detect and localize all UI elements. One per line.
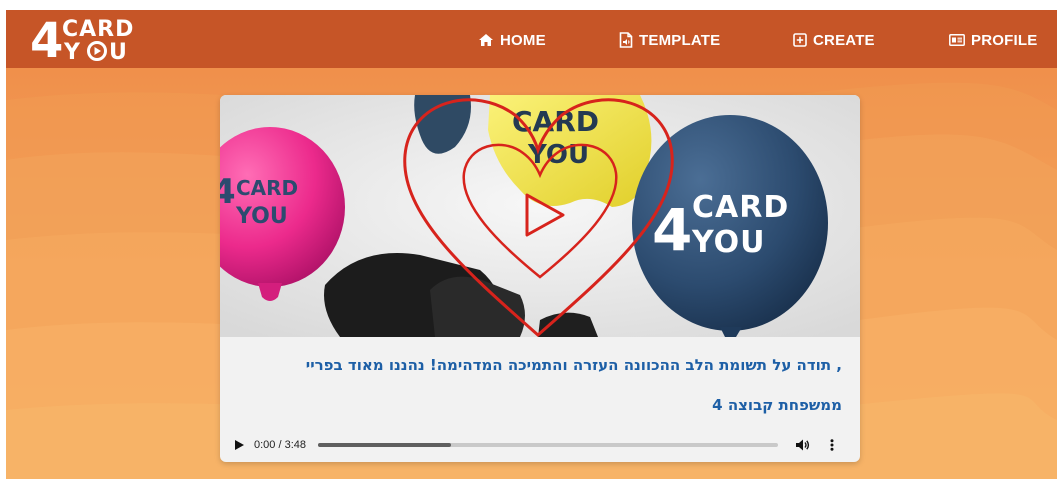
card-message-line-1: , תודה על תשומת הלב ההכוונה העזרה והתמיכ… bbox=[305, 356, 842, 374]
top-navbar: 4 CARD Y U HOME TEMPLATE CREATE PROFILE bbox=[6, 10, 1057, 68]
audio-player: 0:00 / 3:48 bbox=[232, 435, 848, 455]
blue-balloon-text-bottom: YOU bbox=[691, 225, 766, 260]
nav-template-label: TEMPLATE bbox=[639, 31, 721, 49]
nav-create[interactable]: CREATE bbox=[793, 31, 875, 49]
nav-home-label: HOME bbox=[500, 31, 546, 49]
pink-balloon-text-top: CARD bbox=[236, 176, 298, 200]
card-message: , תודה על תשומת הלב ההכוונה העזרה והתמיכ… bbox=[238, 345, 842, 425]
audio-play-icon bbox=[234, 440, 244, 450]
volume-icon bbox=[796, 439, 810, 451]
logo-bottom-right: U bbox=[109, 40, 127, 65]
audio-more-options-button[interactable] bbox=[828, 438, 836, 452]
template-icon bbox=[619, 32, 633, 48]
card-video-thumbnail[interactable]: CARD YOU 4 CARD YOU 4 CARD YOU bbox=[220, 95, 860, 337]
create-plus-icon bbox=[793, 33, 807, 47]
page-frame: 4 CARD Y U HOME TEMPLATE CREATE PROFILE … bbox=[6, 10, 1057, 479]
pink-balloon-text-bottom: YOU bbox=[235, 204, 288, 229]
greeting-card: CARD YOU 4 CARD YOU 4 CARD YOU , תודה על… bbox=[220, 95, 860, 462]
audio-progress-fill bbox=[318, 443, 452, 447]
nav-home[interactable]: HOME bbox=[478, 31, 546, 49]
audio-time: 0:00 / 3:48 bbox=[254, 439, 306, 451]
nav-profile-label: PROFILE bbox=[971, 31, 1038, 49]
blue-balloon-text-top: CARD bbox=[692, 190, 789, 225]
audio-play-button[interactable] bbox=[232, 438, 246, 452]
pink-balloon-digit: 4 bbox=[220, 172, 236, 212]
logo-bottom-left: Y bbox=[63, 40, 81, 65]
card-message-line-2: ממשפחת קבוצה 4 bbox=[712, 396, 842, 414]
more-vertical-icon bbox=[830, 439, 834, 451]
nav-template[interactable]: TEMPLATE bbox=[619, 31, 720, 49]
home-icon bbox=[479, 34, 493, 46]
profile-card-icon bbox=[949, 34, 965, 46]
logo-top-text: CARD bbox=[62, 17, 134, 42]
nav-create-label: CREATE bbox=[813, 31, 875, 49]
nav-profile[interactable]: PROFILE bbox=[949, 31, 1037, 49]
brand-logo[interactable]: 4 CARD Y U bbox=[30, 13, 160, 65]
audio-volume-button[interactable] bbox=[796, 437, 812, 453]
logo-digit: 4 bbox=[30, 13, 63, 65]
logo-play-triangle-icon bbox=[94, 47, 101, 55]
logo-graphic: 4 CARD Y U bbox=[30, 13, 134, 65]
audio-progress-track[interactable] bbox=[318, 443, 778, 447]
